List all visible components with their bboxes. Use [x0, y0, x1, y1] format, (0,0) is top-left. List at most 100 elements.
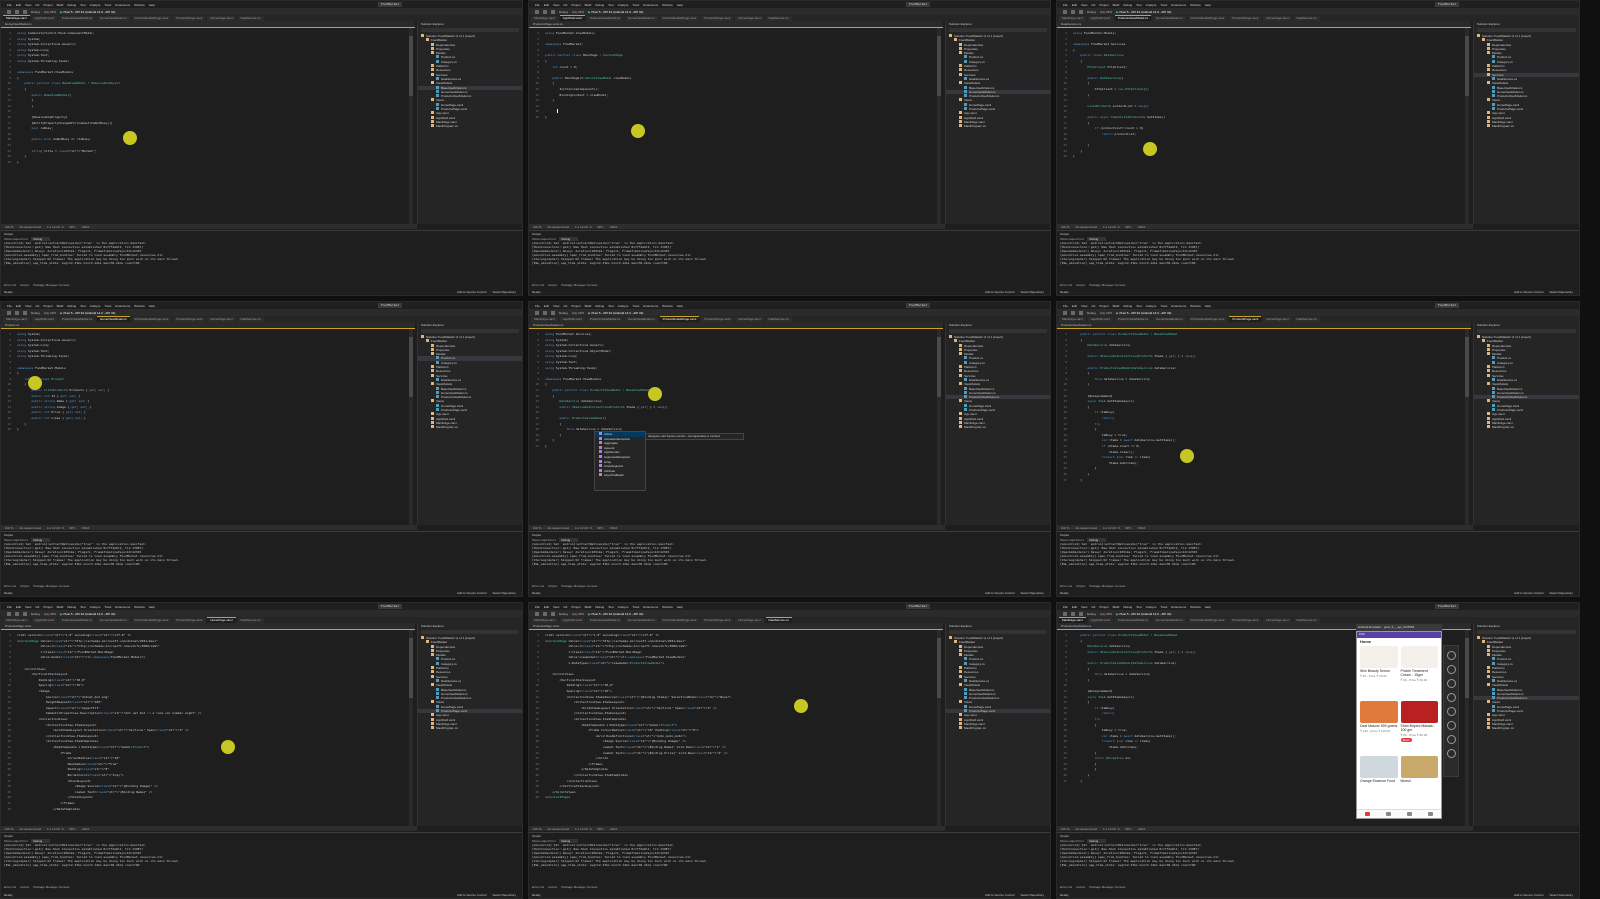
code-line[interactable]: return;	[1073, 416, 1115, 420]
code-line[interactable]: {	[1073, 639, 1082, 643]
bottom-tab[interactable]: Error List	[532, 584, 544, 588]
status-eol[interactable]: CRLF	[610, 526, 618, 530]
code-line[interactable]: using System.Text;	[17, 349, 50, 353]
status-position[interactable]: Ln: 12 Ch: 9	[1103, 827, 1119, 831]
code-line[interactable]: <Image	[17, 689, 50, 693]
code-line[interactable]: this.dataService = dataService;	[1073, 672, 1151, 676]
add-to-source-control[interactable]: Add to Source Control	[985, 893, 1015, 897]
menu-item-tools[interactable]: Tools	[1160, 605, 1167, 609]
code-line[interactable]: public ProductsViewModel(DataService dat…	[1073, 366, 1176, 370]
status-mode[interactable]: SPC	[69, 526, 75, 530]
menu-item-git[interactable]: Git	[1091, 304, 1095, 308]
status-issues[interactable]: No issues found	[20, 526, 42, 530]
platform-dropdown[interactable]: Any CPU	[44, 612, 56, 616]
code-line[interactable]: [ObservableProperty]	[17, 115, 67, 119]
save-icon[interactable]	[1079, 310, 1083, 315]
code-line[interactable]: </DataTemplate>	[17, 807, 80, 811]
code-line[interactable]: Padding=class="str">"30,0"	[545, 683, 614, 687]
code-line[interactable]: Padding=class="str">"30,0"	[17, 678, 86, 682]
code-line[interactable]: {	[545, 394, 554, 398]
code-line[interactable]: using System.Collections.ObjectModel;	[545, 349, 612, 353]
menu-item-analyze[interactable]: Analyze	[1146, 3, 1157, 7]
bottom-tab[interactable]: Error List	[532, 283, 544, 287]
code-line[interactable]: IsBusy = true;	[1073, 433, 1127, 437]
menu-item-edit[interactable]: Edit	[1072, 605, 1077, 609]
add-to-source-control[interactable]: Add to Source Control	[985, 591, 1015, 595]
code-line[interactable]: xmlns:x=class="str">"http://schemas.micr…	[545, 644, 687, 648]
menu-item-build[interactable]: Build	[585, 605, 592, 609]
menu-item-debug[interactable]: Debug	[595, 3, 604, 7]
config-dropdown[interactable]: Debug	[1087, 10, 1096, 14]
product-card[interactable]: Shan Biryani Masala - 100 gm ₹ 80 - Price…	[1400, 701, 1438, 753]
code-line[interactable]: Spacing=class="str">"25">	[545, 689, 612, 693]
bottom-panel-tabs[interactable]: Error List Output Package Manager Console	[529, 583, 1050, 588]
bottom-tab[interactable]: Error List	[1060, 885, 1072, 889]
code-line[interactable]: using System;	[545, 338, 568, 342]
code-editor[interactable]: 1 using FoodMarket.Services; 2 using System…	[529, 329, 941, 525]
code-line[interactable]: <Image Source=class="str">"{Binding Imag…	[17, 784, 158, 788]
solution-explorer[interactable]: Solution Explorer Solution 'FoodMarket' (…	[1473, 322, 1579, 525]
redo-icon[interactable]	[15, 611, 19, 616]
platform-dropdown[interactable]: Any CPU	[1100, 612, 1112, 616]
code-line[interactable]: public ProductsViewModel()	[545, 416, 606, 420]
status-issues[interactable]: No issues found	[1076, 526, 1098, 530]
code-line[interactable]: foreach (var item in items)	[1073, 455, 1151, 459]
toolbar[interactable]: Debug Any CPU Pixel 5 - API 34 (Android 14…	[529, 309, 1050, 316]
code-line[interactable]: Items.Clear();	[1073, 450, 1134, 454]
code-line[interactable]: return productList;	[1073, 132, 1136, 136]
code-line[interactable]: }	[1073, 466, 1097, 470]
toolbar[interactable]: Debug Any CPU Pixel 5 - API 34 (Android 14…	[1057, 8, 1579, 15]
editor-navigation-bar[interactable]: ProductsViewModel.cs	[1057, 322, 1471, 329]
code-line[interactable]: using System.Text;	[17, 53, 50, 57]
menu-item-build[interactable]: Build	[57, 605, 64, 609]
code-line[interactable]: </VerticalStackLayout>	[545, 784, 599, 788]
toolbar[interactable]: Debug Any CPU Pixel 5 - API 34 (Android 14…	[1057, 309, 1579, 316]
tree-node[interactable]: MauiProgram.cs	[946, 726, 1050, 730]
code-line[interactable]: using System.Collections.Generic;	[545, 343, 605, 347]
code-line[interactable]: IsBusy = true;	[1073, 728, 1127, 732]
bottom-tab[interactable]: Error List	[1060, 283, 1072, 287]
code-line[interactable]: {	[17, 87, 26, 91]
menu-item-tools[interactable]: Tools	[104, 3, 111, 7]
menu-item-project[interactable]: Project	[43, 605, 52, 609]
code-line[interactable]: <Grid RowDefinitions=class="str">"Auto,A…	[545, 734, 686, 738]
code-line[interactable]: <ScrollView>	[17, 667, 46, 671]
menu-bar[interactable]: File Edit View Git Project Build Debug Test Anal…	[1057, 603, 1579, 610]
menu-item-build[interactable]: Build	[585, 304, 592, 308]
code-line[interactable]: async Task GetItemsAsync()	[1073, 399, 1134, 403]
status-issues[interactable]: No issues found	[548, 827, 570, 831]
solution-explorer-search[interactable]	[1477, 329, 1576, 333]
code-line[interactable]: httpClient = new HttpClient();	[1073, 87, 1149, 91]
menu-item-view[interactable]: View	[25, 605, 31, 609]
code-line[interactable]: {	[1073, 59, 1082, 63]
menu-item-edit[interactable]: Edit	[1072, 3, 1077, 7]
code-line[interactable]: var items = await dataService.GetItems()…	[1073, 734, 1176, 738]
code-line[interactable]: {	[1073, 667, 1089, 671]
menu-item-extensions[interactable]: Extensions	[115, 3, 130, 7]
code-line[interactable]: x:Class=class="str">"FoodMarket.MainPage…	[545, 650, 642, 654]
code-line[interactable]: Aspect=class="str">"AspectFit"	[17, 706, 100, 710]
code-line[interactable]: this.dataService = dataService;	[1073, 377, 1151, 381]
code-line[interactable]: }	[1073, 678, 1089, 682]
platform-dropdown[interactable]: Any CPU	[44, 10, 56, 14]
save-icon[interactable]	[1079, 9, 1083, 14]
menu-item-analyze[interactable]: Analyze	[618, 605, 629, 609]
code-line[interactable]: using System.Threading.Tasks;	[545, 366, 597, 370]
menu-item-window[interactable]: Window	[134, 3, 145, 7]
code-line[interactable]: BindingContext = viewModel;	[545, 93, 608, 97]
menu-item-help[interactable]: Help	[677, 605, 683, 609]
menu-item-window[interactable]: Window	[1190, 304, 1201, 308]
menu-item-file[interactable]: File	[7, 3, 12, 7]
save-icon[interactable]	[1079, 611, 1083, 616]
editor-scrollbar[interactable]	[409, 329, 413, 525]
status-mode[interactable]: SPC	[597, 827, 603, 831]
menu-item-window[interactable]: Window	[1190, 605, 1201, 609]
code-line[interactable]: xmlns:x=class="str">"http://schemas.micr…	[17, 644, 159, 648]
volume-up-icon[interactable]	[1446, 665, 1456, 674]
output-pane[interactable]: Output Show output from: Debug [monodroid] …	[529, 832, 1050, 885]
bottom-tab[interactable]: Package Manager Console	[561, 584, 597, 588]
bottom-tab[interactable]: Package Manager Console	[33, 885, 69, 889]
code-line[interactable]: return;	[1073, 711, 1115, 715]
status-mode[interactable]: SPC	[1125, 225, 1131, 229]
code-line[interactable]: {	[545, 422, 561, 426]
